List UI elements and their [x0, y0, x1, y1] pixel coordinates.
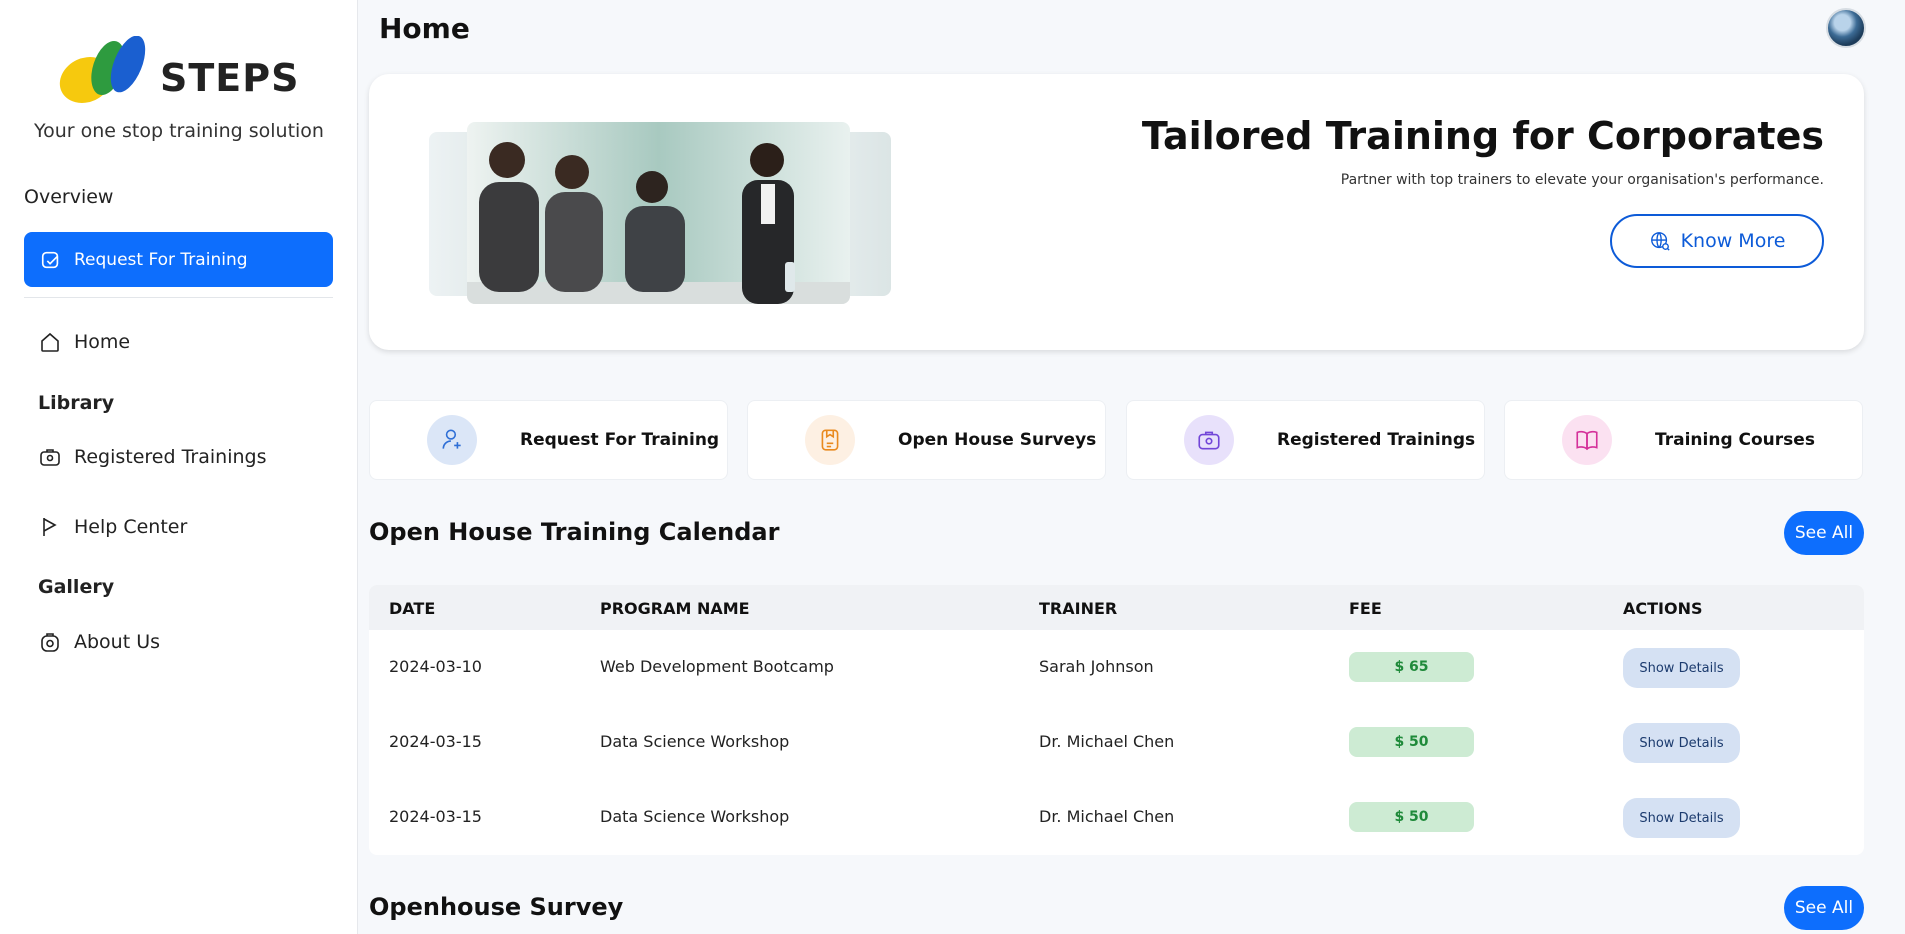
fee-badge: $ 50	[1349, 802, 1474, 832]
calendar-see-all-button[interactable]: See All	[1784, 511, 1864, 555]
column-header-date: DATE	[389, 599, 436, 618]
sidebar-item-registered-trainings[interactable]: Registered Trainings	[38, 445, 266, 469]
home-icon	[41, 332, 59, 352]
request-training-label: Request For Training	[74, 249, 248, 270]
overview-heading: Overview	[24, 186, 114, 208]
show-details-button[interactable]: Show Details	[1623, 723, 1740, 763]
cell-program: Data Science Workshop	[600, 807, 790, 826]
fee-badge: $ 65	[1349, 652, 1474, 682]
sidebar-item-help-center[interactable]: Help Center	[38, 515, 187, 539]
brand-logo[interactable]: STEPS	[56, 36, 300, 110]
hero-title: Tailored Training for Corporates	[1141, 114, 1824, 158]
cell-date: 2024-03-15	[389, 807, 482, 826]
survey-icon	[805, 415, 855, 465]
sidebar-divider	[24, 297, 333, 298]
globe-search-icon	[1650, 232, 1670, 251]
sidebar-item-label: Home	[74, 331, 131, 353]
quick-link-label: Open House Surveys	[898, 430, 1097, 450]
hero-subtitle: Partner with top trainers to elevate you…	[1340, 172, 1824, 188]
sidebar-item-label: Registered Trainings	[74, 446, 267, 468]
book-icon	[1562, 415, 1612, 465]
training-session-image	[467, 122, 850, 304]
column-header-trainer: TRAINER	[1039, 599, 1118, 618]
survey-title: Openhouse Survey	[369, 893, 624, 921]
page-title: Home	[379, 12, 470, 45]
fee-badge: $ 50	[1349, 727, 1474, 757]
table-row: 2024-03-10 Web Development Bootcamp Sara…	[369, 630, 1864, 705]
quick-link-registered-trainings[interactable]: Registered Trainings	[1126, 400, 1485, 480]
cell-program: Data Science Workshop	[600, 732, 790, 751]
request-training-button[interactable]: Request For Training	[24, 232, 333, 287]
show-details-button[interactable]: Show Details	[1623, 648, 1740, 688]
column-header-program: PROGRAM NAME	[600, 599, 750, 618]
flag-icon	[43, 518, 57, 536]
sidebar-item-label: About Us	[74, 631, 161, 653]
hero-banner: Tailored Training for Corporates Partner…	[369, 74, 1864, 350]
gallery-heading: Gallery	[38, 576, 115, 598]
cell-program: Web Development Bootcamp	[600, 657, 834, 676]
column-header-fee: FEE	[1349, 599, 1382, 618]
quick-link-training-courses[interactable]: Training Courses	[1504, 400, 1863, 480]
cell-trainer: Sarah Johnson	[1039, 657, 1154, 676]
quick-link-open-house-surveys[interactable]: Open House Surveys	[747, 400, 1106, 480]
cell-trainer: Dr. Michael Chen	[1039, 732, 1175, 751]
cell-date: 2024-03-15	[389, 732, 482, 751]
sidebar-item-label: Help Center	[74, 516, 188, 538]
steps-logo-icon	[59, 36, 146, 103]
brand-tagline: Your one stop training solution	[34, 120, 324, 142]
avatar[interactable]	[1826, 8, 1866, 48]
library-heading: Library	[38, 392, 115, 414]
user-add-icon	[427, 415, 477, 465]
survey-see-all-button[interactable]: See All	[1784, 886, 1864, 930]
table-header: DATE PROGRAM NAME TRAINER FEE ACTIONS	[369, 585, 1864, 630]
table-row: 2024-03-15 Data Science Workshop Dr. Mic…	[369, 705, 1864, 780]
edit-box-icon	[41, 251, 59, 268]
briefcase-icon	[1184, 415, 1234, 465]
sidebar-item-about-us[interactable]: About Us	[38, 630, 160, 654]
calendar-title: Open House Training Calendar	[369, 518, 780, 546]
sidebar: STEPS Your one stop training solution Ov…	[0, 0, 358, 934]
column-header-actions: ACTIONS	[1623, 599, 1703, 618]
training-calendar-table: DATE PROGRAM NAME TRAINER FEE ACTIONS 20…	[369, 585, 1864, 855]
info-bag-icon	[41, 633, 59, 652]
quick-link-label: Registered Trainings	[1277, 430, 1476, 450]
quick-link-request-training[interactable]: Request For Training	[369, 400, 728, 480]
table-row: 2024-03-15 Data Science Workshop Dr. Mic…	[369, 780, 1864, 855]
hero-photo	[429, 122, 891, 304]
cell-date: 2024-03-10	[389, 657, 482, 676]
cell-trainer: Dr. Michael Chen	[1039, 807, 1175, 826]
quick-link-label: Training Courses	[1655, 430, 1815, 450]
brand-name: STEPS	[160, 56, 300, 100]
know-more-label: Know More	[1680, 230, 1786, 252]
know-more-button[interactable]: Know More	[1610, 214, 1824, 268]
sidebar-item-home[interactable]: Home	[38, 330, 130, 354]
quick-link-label: Request For Training	[520, 430, 720, 450]
briefcase-icon	[40, 449, 60, 466]
show-details-button[interactable]: Show Details	[1623, 798, 1740, 838]
